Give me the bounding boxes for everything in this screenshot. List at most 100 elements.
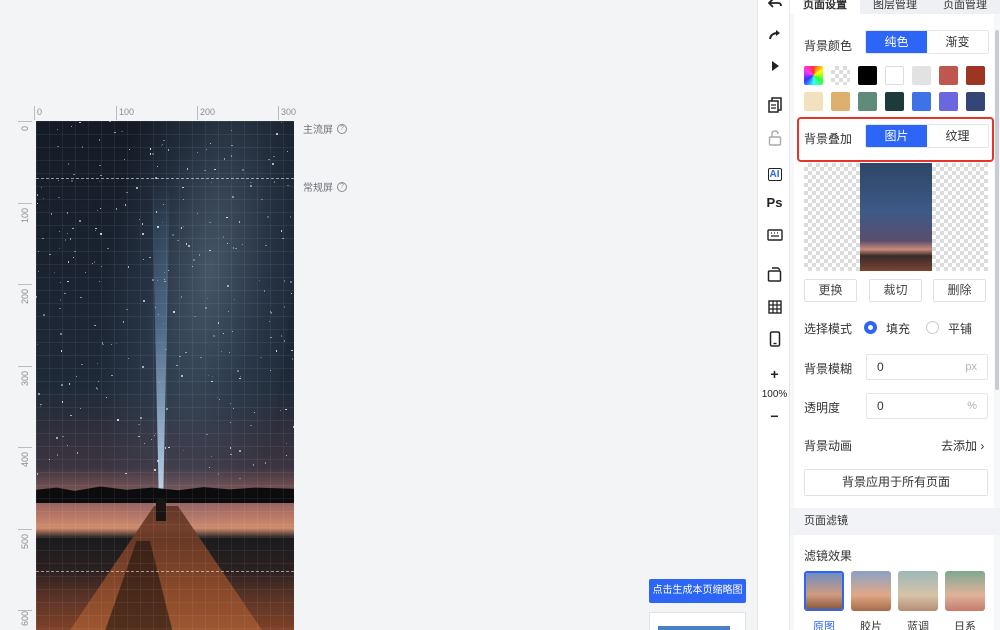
filter-effect-label: 滤镜效果 [804, 549, 853, 563]
ruler-v-label-100: 100 [20, 207, 30, 223]
help-icon[interactable]: ? [337, 123, 347, 134]
ruler-v-label-300: 300 [20, 370, 30, 386]
zoom-in-icon[interactable]: + [758, 363, 791, 385]
tile-radio[interactable] [926, 321, 939, 334]
opacity-input[interactable]: 0 % [866, 393, 988, 419]
bottom-guide [36, 571, 294, 572]
opacity-value: 0 [877, 399, 884, 413]
filter-film-label[interactable]: 胶片 [851, 618, 891, 630]
phone-icon[interactable] [758, 328, 791, 350]
bg-image-preview[interactable] [804, 163, 988, 271]
zoom-out-icon[interactable]: − [758, 405, 791, 427]
main-screen-label: 主流屏 ? [303, 121, 347, 136]
color-swatch[interactable] [831, 66, 850, 85]
gradient-option[interactable]: 渐变 [927, 31, 988, 53]
solid-color-option[interactable]: 纯色 [866, 31, 927, 53]
color-swatch[interactable] [804, 66, 823, 85]
texture-option[interactable]: 纹理 [927, 125, 988, 147]
tab-page-management[interactable]: 页面管理 [930, 0, 1000, 14]
keyboard-icon[interactable] [758, 224, 791, 246]
help-icon[interactable]: ? [337, 181, 347, 192]
page-canvas-starry-sky[interactable] [36, 121, 294, 630]
filter-film-thumb[interactable] [851, 571, 891, 611]
copy-page-icon[interactable] [758, 94, 791, 116]
color-swatch[interactable] [912, 66, 931, 85]
redo-icon[interactable] [758, 23, 791, 45]
add-animation-text: 去添加 [941, 439, 978, 453]
panel-scrollbar[interactable] [995, 30, 999, 390]
horizontal-ruler: 0 100 200 300 [34, 106, 296, 120]
lock-icon[interactable] [758, 127, 791, 149]
filter-japanese-label[interactable]: 日系 [945, 618, 985, 630]
ruler-h-label-300: 300 [281, 107, 297, 117]
ai-icon[interactable]: AI [758, 163, 791, 185]
vertical-ruler: 0 100 200 300 400 500 600 [18, 121, 32, 630]
color-swatch[interactable] [804, 92, 823, 111]
blur-label: 背景模糊 [804, 362, 853, 376]
blur-value: 0 [877, 360, 884, 374]
color-swatch[interactable] [831, 92, 850, 111]
apply-bg-all-pages-button[interactable]: 背景应用于所有页面 [804, 469, 988, 496]
bg-overlay-label: 背景叠加 [804, 132, 853, 146]
ruler-h-label-100: 100 [119, 107, 135, 117]
background-settings-card: 背景颜色 纯色 渐变 背景叠加 图片 纹理 更换 裁切 删除 选择模式 填充 平… [794, 14, 994, 508]
ai-label: AI [767, 167, 782, 181]
ps-icon[interactable]: Ps [758, 191, 791, 213]
image-option[interactable]: 图片 [866, 125, 927, 147]
canvas-grid [36, 121, 294, 630]
color-swatch[interactable] [939, 66, 958, 85]
add-animation-link[interactable]: 去添加 › [941, 437, 984, 454]
undo-icon[interactable] [758, 0, 791, 14]
color-swatch[interactable] [939, 92, 958, 111]
crop-image-button[interactable]: 裁切 [869, 279, 922, 302]
play-icon[interactable] [758, 55, 791, 77]
canvas-workspace[interactable]: 0 100 200 300 0 100 200 300 400 500 600 [0, 0, 757, 630]
filter-blue-label[interactable]: 蓝调 [898, 618, 938, 630]
delete-image-button[interactable]: 删除 [933, 279, 986, 302]
animation-label: 背景动画 [804, 439, 853, 453]
zoom-level: 100% [761, 389, 788, 400]
color-swatch[interactable] [885, 92, 904, 111]
fill-radio[interactable] [864, 321, 877, 334]
tile-radio-label[interactable]: 平铺 [948, 320, 972, 337]
bg-overlay-mode-toggle: 图片 纹理 [865, 124, 989, 148]
vertical-toolbar: AI Ps + 100% − [757, 0, 790, 630]
color-swatch[interactable] [966, 92, 985, 111]
replace-image-button[interactable]: 更换 [804, 279, 857, 302]
blur-input[interactable]: 0 px [866, 354, 988, 380]
color-swatch[interactable] [912, 92, 931, 111]
ruler-v-label-0: 0 [20, 125, 30, 131]
filter-japanese-thumb[interactable] [945, 571, 985, 611]
ruler-v-label-200: 200 [20, 288, 30, 304]
tab-layer-management[interactable]: 图层管理 [860, 0, 930, 14]
bg-color-label: 背景颜色 [804, 39, 853, 53]
color-swatch[interactable] [858, 92, 877, 111]
filter-original-label[interactable]: 原图 [804, 618, 844, 630]
main-screen-text: 主流屏 [303, 125, 333, 136]
ruler-v-label-600: 600 [20, 610, 30, 626]
color-swatch[interactable] [858, 66, 877, 85]
main-screen-guide [36, 178, 294, 179]
generate-thumbnail-button[interactable]: 点击生成本页缩略图 [649, 579, 746, 603]
regular-screen-text: 常规屏 [303, 183, 333, 194]
color-swatch[interactable] [966, 66, 985, 85]
thumbnail-preview[interactable] [649, 612, 746, 630]
bg-image-thumbnail [860, 163, 932, 271]
ruler-v-label-500: 500 [20, 533, 30, 549]
chevron-right-icon: › [980, 439, 985, 453]
page-filter-section-header: 页面滤镜 [790, 508, 1000, 535]
ruler-v-label-400: 400 [20, 451, 30, 467]
blur-unit: px [965, 361, 977, 373]
regular-screen-label: 常规屏 ? [303, 179, 347, 194]
fill-radio-label[interactable]: 填充 [886, 320, 910, 337]
opacity-unit: % [967, 400, 977, 412]
panel-tabs: 页面设置 图层管理 页面管理 [790, 0, 1000, 14]
opacity-label: 透明度 [804, 401, 841, 415]
filter-blue-thumb[interactable] [898, 571, 938, 611]
filter-original-thumb[interactable] [804, 571, 844, 611]
grid-icon[interactable] [758, 296, 791, 318]
replace-icon[interactable] [758, 263, 791, 285]
tab-page-settings[interactable]: 页面设置 [790, 0, 860, 14]
ruler-h-label-200: 200 [200, 107, 216, 117]
color-swatch[interactable] [885, 66, 904, 85]
